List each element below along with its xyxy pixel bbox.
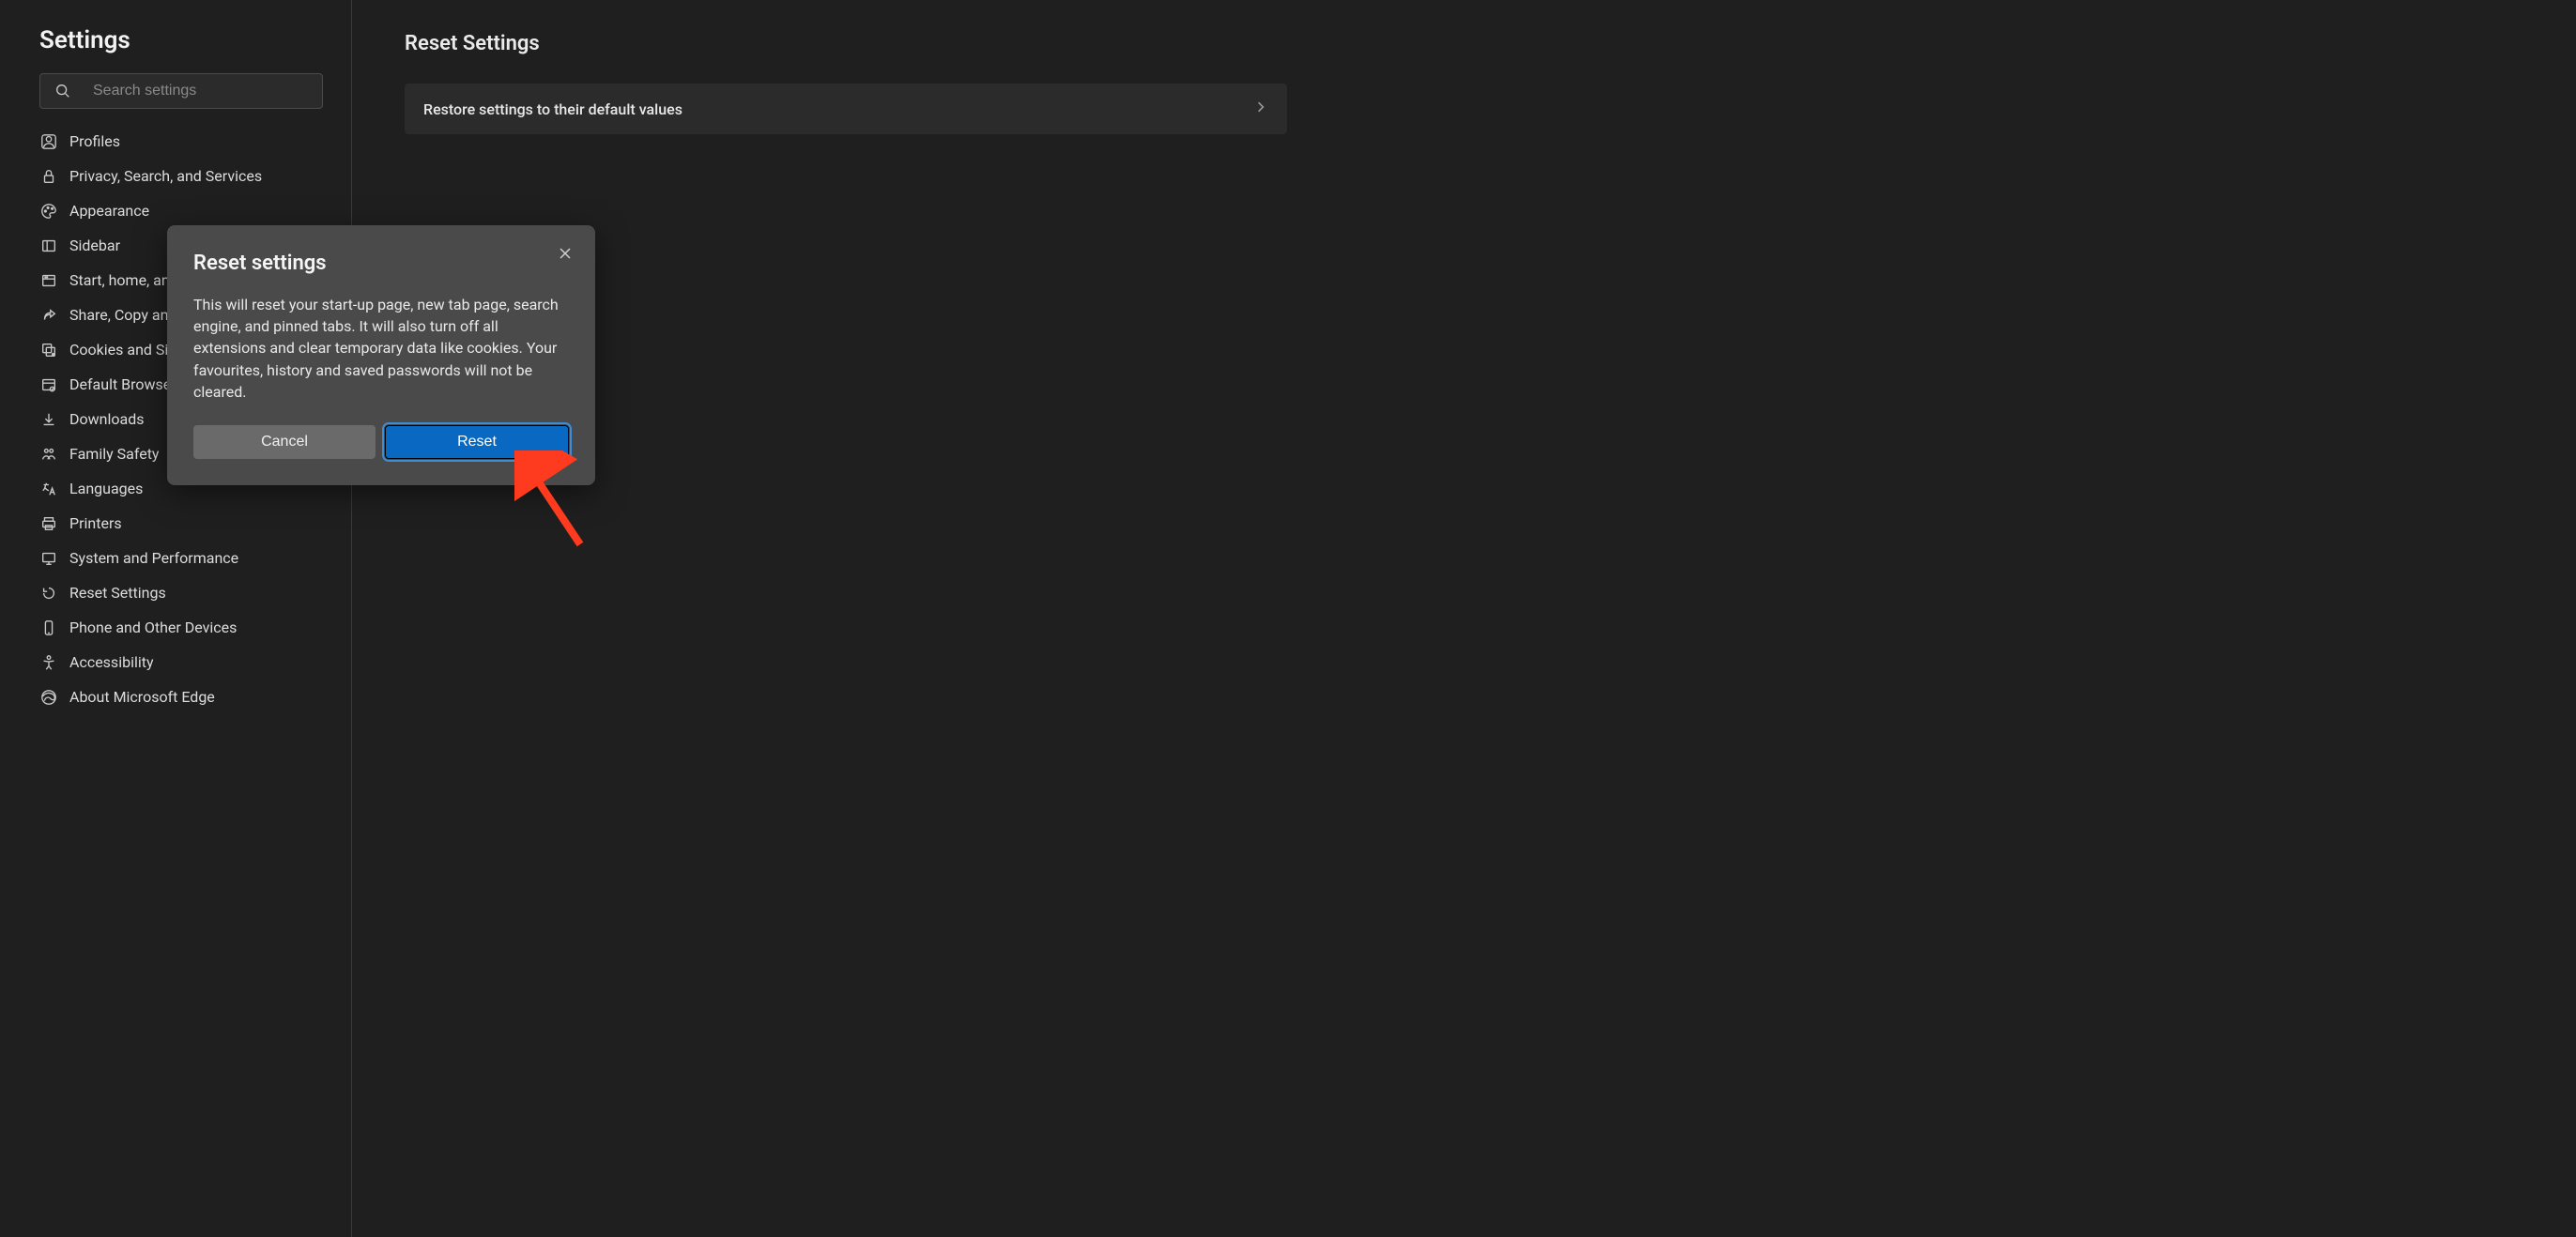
dialog-title: Reset settings bbox=[193, 252, 327, 275]
dialog-overlay: Reset settings This will reset your star… bbox=[0, 0, 2224, 1237]
cancel-button[interactable]: Cancel bbox=[193, 425, 376, 459]
dialog-actions: Cancel Reset bbox=[193, 425, 569, 459]
reset-button[interactable]: Reset bbox=[385, 425, 569, 459]
dialog-body: This will reset your start-up page, new … bbox=[193, 294, 569, 403]
reset-settings-dialog: Reset settings This will reset your star… bbox=[167, 225, 595, 485]
close-button[interactable] bbox=[554, 244, 576, 267]
close-icon bbox=[558, 246, 573, 265]
